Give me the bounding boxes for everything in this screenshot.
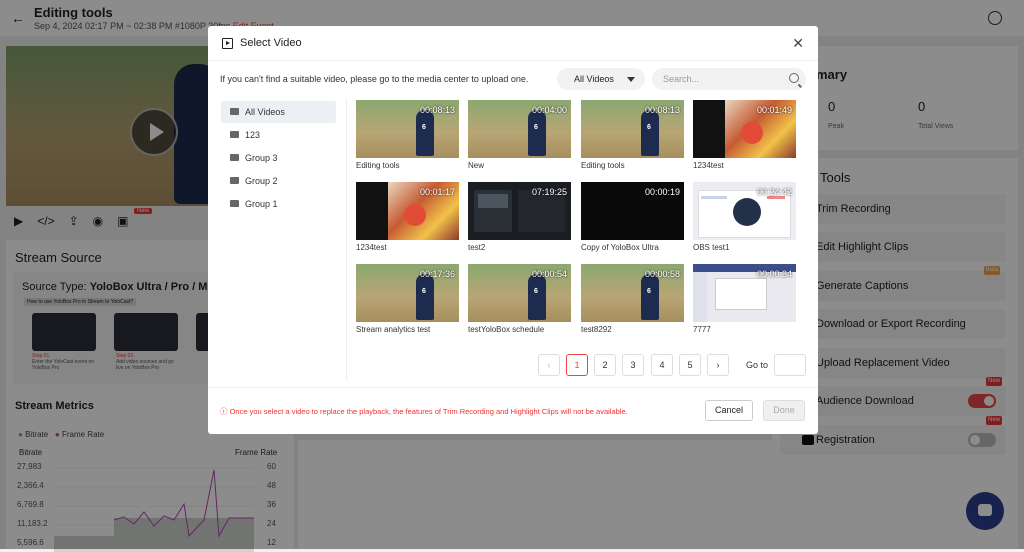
folder-icon	[230, 177, 239, 184]
video-thumbnail: 00:01:17	[356, 182, 459, 240]
video-duration: 00:00:58	[644, 269, 680, 279]
divider	[208, 387, 818, 388]
folder-123[interactable]: 123	[221, 124, 336, 146]
folder-group-3[interactable]: Group 3	[221, 147, 336, 169]
video-card[interactable]: 00:01:49 1234test	[693, 100, 796, 172]
video-thumbnail: 00:00:34	[693, 264, 796, 322]
page-button-5[interactable]: 5	[679, 354, 701, 376]
select-video-dialog: Select Video ✕ If you can't find a suita…	[208, 26, 818, 434]
video-card[interactable]: 00:08:13 Editing tools	[581, 100, 684, 172]
folder-group-1[interactable]: Group 1	[221, 193, 336, 215]
video-card[interactable]: 00:08:13 Editing tools	[356, 100, 459, 172]
video-duration: 00:00:34	[756, 269, 792, 279]
search-input[interactable]: Search...	[652, 68, 806, 90]
video-thumbnail: 00:08:13	[356, 100, 459, 158]
video-icon	[222, 38, 233, 49]
folder-label: All Videos	[245, 107, 285, 117]
video-name: test8292	[581, 325, 612, 334]
prev-page-button[interactable]: ‹	[538, 354, 560, 376]
video-duration: 00:00:54	[531, 269, 567, 279]
video-thumbnail: 00:08:13	[581, 100, 684, 158]
folder-label: 123	[245, 130, 261, 140]
video-name: Copy of YoloBox Ultra	[581, 243, 659, 252]
folder-all-videos[interactable]: All Videos	[221, 101, 336, 123]
video-card[interactable]: 00:00:58 test8292	[581, 264, 684, 336]
goto-page-input[interactable]	[774, 354, 806, 376]
caret-down-icon	[627, 77, 635, 82]
video-thumbnail: 07:19:25	[468, 182, 571, 240]
video-name: Editing tools	[581, 161, 625, 170]
video-thumbnail: 00:04:00	[468, 100, 571, 158]
folder-label: Group 2	[245, 176, 278, 186]
video-name: 7777	[693, 325, 711, 334]
page-button-4[interactable]: 4	[651, 354, 673, 376]
folder-label: Group 3	[245, 153, 278, 163]
video-thumbnail: 00:24:42	[693, 182, 796, 240]
video-duration: 00:01:49	[756, 105, 792, 115]
video-filter-select[interactable]: All Videos	[557, 68, 645, 90]
video-name: New	[468, 161, 485, 170]
folder-icon	[230, 131, 239, 138]
video-card[interactable]: 00:00:54 testYoloBox schedule	[468, 264, 571, 336]
search-icon[interactable]	[789, 73, 799, 83]
video-duration: 00:08:13	[644, 105, 680, 115]
folder-label: Group 1	[245, 199, 278, 209]
divider	[208, 60, 818, 61]
video-name: 1234test	[693, 161, 724, 170]
folder-icon	[230, 200, 239, 207]
video-name: Editing tools	[356, 161, 400, 170]
page-button-3[interactable]: 3	[622, 354, 644, 376]
cancel-button[interactable]: Cancel	[705, 400, 753, 421]
video-card[interactable]: 00:04:00 New	[468, 100, 571, 172]
video-thumbnail: 00:00:54	[468, 264, 571, 322]
video-thumbnail: 00:00:58	[581, 264, 684, 322]
video-duration: 00:00:19	[644, 187, 680, 197]
search-placeholder: Search...	[663, 74, 700, 84]
warning-text: ⓘ Once you select a video to replace the…	[220, 407, 628, 416]
page-button-1[interactable]: 1	[566, 354, 588, 376]
info-text: If you can't find a suitable video, plea…	[220, 74, 529, 84]
video-thumbnail: 00:17:36	[356, 264, 459, 322]
folder-group-2[interactable]: Group 2	[221, 170, 336, 192]
video-name: testYoloBox schedule	[468, 325, 545, 334]
video-duration: 00:04:00	[531, 105, 567, 115]
video-name: 1234test	[356, 243, 387, 252]
video-thumbnail: 00:01:49	[693, 100, 796, 158]
video-name: OBS test1	[693, 243, 730, 252]
goto-label: Go to	[746, 360, 769, 370]
video-card[interactable]: 00:01:17 1234test	[356, 182, 459, 254]
video-duration: 00:01:17	[419, 187, 455, 197]
video-card[interactable]: 00:00:19 Copy of YoloBox Ultra	[581, 182, 684, 254]
page-button-2[interactable]: 2	[594, 354, 616, 376]
next-page-button[interactable]: ›	[707, 354, 729, 376]
folder-icon	[230, 154, 239, 161]
video-name: test2	[468, 243, 486, 252]
video-duration: 00:08:13	[419, 105, 455, 115]
done-button[interactable]: Done	[763, 400, 805, 421]
close-icon[interactable]: ✕	[792, 36, 804, 50]
video-card[interactable]: 00:00:34 7777	[693, 264, 796, 336]
video-duration: 07:19:25	[531, 187, 567, 197]
video-card[interactable]: 00:17:36 Stream analytics test	[356, 264, 459, 336]
video-thumbnail: 00:00:19	[581, 182, 684, 240]
dialog-title: Select Video	[240, 37, 302, 49]
video-duration: 00:24:42	[756, 187, 792, 197]
video-name: Stream analytics test	[356, 325, 431, 334]
video-duration: 00:17:36	[419, 269, 455, 279]
video-card[interactable]: 00:24:42 OBS test1	[693, 182, 796, 254]
divider	[346, 98, 347, 380]
video-card[interactable]: 07:19:25 test2	[468, 182, 571, 254]
folder-icon	[230, 108, 239, 115]
filter-value: All Videos	[574, 74, 614, 84]
